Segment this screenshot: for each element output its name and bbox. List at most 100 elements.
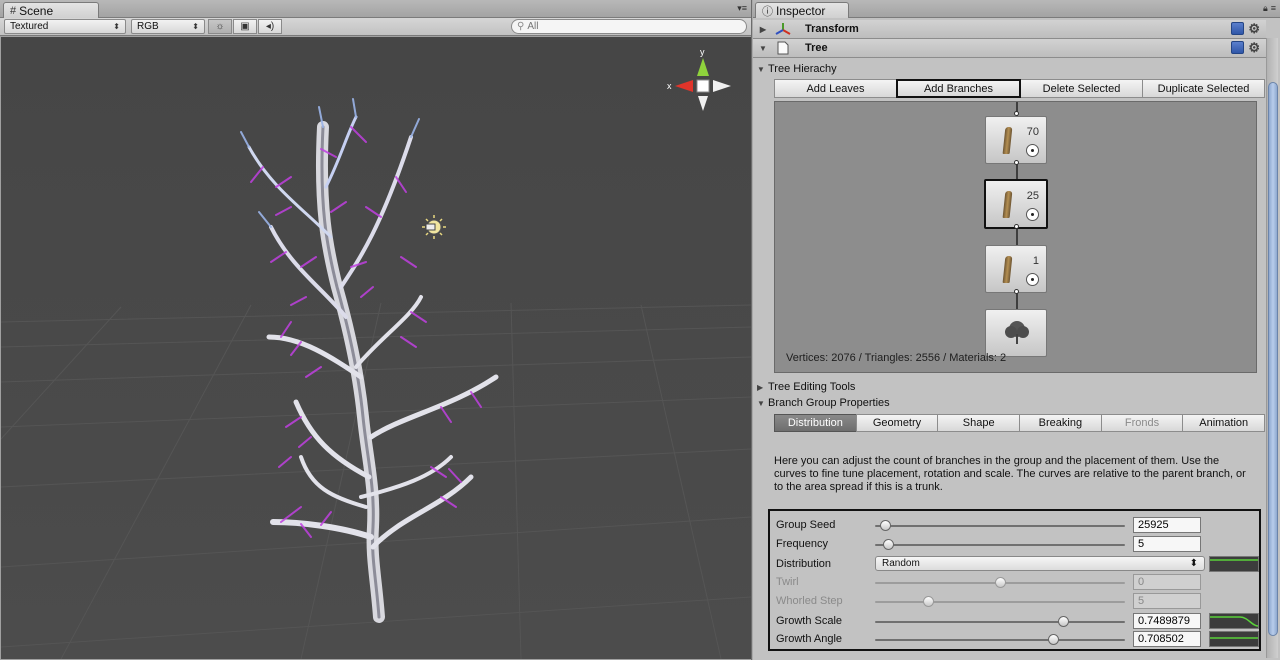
branch-node-3[interactable]: 1 (985, 245, 1047, 293)
slider-knob[interactable] (1057, 616, 1069, 627)
whorled-step-field (1133, 593, 1201, 609)
tree-editing-tools-title: Tree Editing Tools (768, 381, 856, 393)
scene-lighting-toggle[interactable]: ☼ (208, 19, 232, 34)
lock-icon[interactable]: 🔒︎ (1263, 3, 1268, 14)
delete-selected-button[interactable]: Delete Selected (1020, 79, 1143, 98)
branch-node-count: 25 (1026, 190, 1039, 202)
visibility-icon[interactable] (1026, 208, 1039, 221)
whorled-step-slider (875, 596, 1125, 607)
scene-window-controls[interactable]: ▾≡ (737, 3, 747, 14)
branch-group-foldout[interactable]: ▼ Branch Group Properties (757, 397, 890, 409)
scene-toolbar: Textured ⬍ RGB ⬍ ☼ ▣ ◂) ⚲ (0, 18, 751, 36)
inspector-tab-label: Inspector (776, 4, 826, 18)
gizmo-x-label: x (667, 81, 672, 91)
scene-tab-icon: # (10, 5, 17, 17)
distribution-row: Distribution Random ⬍ (776, 556, 1259, 573)
scene-tabbar: # Scene ▾≡ (0, 0, 751, 18)
hierarchy-connector-dot (1014, 224, 1019, 229)
scene-options-icon[interactable]: ▾≡ (737, 3, 747, 14)
fold-down-icon[interactable]: ▼ (757, 44, 769, 53)
twirl-field (1133, 574, 1201, 590)
tree-hierarchy-foldout[interactable]: ▼ Tree Hierachy (757, 63, 837, 75)
hierarchy-connector (1016, 164, 1018, 180)
hierarchy-connector-dot (1014, 160, 1019, 165)
slider-knob[interactable] (1047, 634, 1059, 645)
whorled-step-row: Whorled Step (776, 593, 1259, 610)
branch-icon (1002, 127, 1013, 154)
growth-scale-field[interactable] (1133, 613, 1201, 629)
help-book-icon[interactable] (1231, 41, 1245, 54)
frequency-slider[interactable] (875, 539, 1125, 550)
twirl-row: Twirl (776, 574, 1259, 591)
group-seed-label: Group Seed (776, 519, 836, 531)
scrollbar-thumb[interactable] (1268, 82, 1278, 636)
inspector-window-controls[interactable]: 🔒︎ ≡ (1263, 3, 1276, 14)
tree-root-node[interactable] (985, 309, 1047, 357)
help-book-icon[interactable] (1231, 22, 1245, 35)
frequency-field[interactable] (1133, 536, 1201, 552)
inspector-options-icon[interactable]: ≡ (1271, 3, 1276, 14)
tab-shape[interactable]: Shape (937, 414, 1021, 432)
script-document-icon (775, 41, 791, 55)
distribution-curve[interactable] (1209, 556, 1259, 572)
gear-icon[interactable]: ⚙ (1248, 41, 1260, 54)
scene-panel: # Scene ▾≡ Textured ⬍ RGB ⬍ ☼ ▣ ◂) ⚲ All… (0, 0, 752, 660)
scene-overlay-toggle[interactable]: ▣ (233, 19, 257, 34)
slider-knob (995, 577, 1006, 588)
chevron-updown-icon: ⬍ (113, 22, 120, 31)
visibility-icon[interactable] (1026, 144, 1039, 157)
fold-right-icon[interactable]: ▶ (757, 25, 769, 34)
tree-hierarchy-view[interactable]: 70 25 1 Vertices: 2076 / Triangles: 2556… (774, 101, 1257, 373)
slider-knob[interactable] (882, 539, 894, 550)
fold-down-icon: ▼ (757, 64, 765, 74)
tab-breaking[interactable]: Breaking (1019, 414, 1102, 432)
branch-node-1[interactable]: 70 (985, 116, 1047, 164)
scene-tab[interactable]: # Scene (3, 2, 99, 18)
inspector-scrollbar[interactable] (1266, 38, 1278, 658)
growth-angle-curve[interactable] (1209, 631, 1259, 647)
twirl-label: Twirl (776, 576, 799, 588)
color-mode-dropdown[interactable]: RGB ⬍ (131, 19, 205, 34)
growth-scale-slider[interactable] (875, 616, 1125, 627)
distribution-label: Distribution (776, 558, 832, 570)
growth-angle-field[interactable] (1133, 631, 1201, 647)
render-mode-dropdown[interactable]: Textured ⬍ (4, 19, 126, 34)
color-mode-value: RGB (137, 21, 159, 32)
image-icon: ▣ (240, 21, 250, 32)
group-seed-field[interactable] (1133, 517, 1201, 533)
add-branches-button[interactable]: Add Branches (896, 79, 1021, 98)
branch-icon (1002, 191, 1013, 218)
branch-node-2[interactable]: 25 (984, 179, 1048, 229)
fold-down-icon: ▼ (757, 398, 765, 408)
transform-component-header[interactable]: ▶ Transform ⚙ (753, 20, 1266, 39)
hierarchy-connector (1016, 229, 1018, 245)
tree-component-header[interactable]: ▼ Tree ⚙ (753, 39, 1266, 58)
scene-audio-toggle[interactable]: ◂) (258, 19, 282, 34)
group-seed-slider[interactable] (875, 520, 1125, 531)
growth-angle-slider[interactable] (875, 634, 1125, 645)
slider-knob (922, 596, 934, 607)
add-leaves-button[interactable]: Add Leaves (774, 79, 897, 98)
slider-knob[interactable] (880, 520, 891, 531)
tab-animation[interactable]: Animation (1182, 414, 1266, 432)
branch-node-count: 1 (1032, 255, 1039, 267)
branch-group-tabs: Distribution Geometry Shape Breaking Fro… (774, 414, 1266, 432)
audio-icon: ◂) (265, 21, 275, 32)
visibility-icon[interactable] (1026, 273, 1039, 286)
tree-hierarchy-buttons: Add Leaves Add Branches Delete Selected … (774, 79, 1265, 98)
growth-scale-curve[interactable] (1209, 613, 1259, 629)
tab-distribution[interactable]: Distribution (774, 414, 857, 432)
mesh-stats: Vertices: 2076 / Triangles: 2556 / Mater… (786, 352, 1007, 364)
transform-component-title: Transform (805, 23, 859, 35)
hierarchy-connector-dot (1014, 289, 1019, 294)
scene-search-input[interactable] (527, 21, 728, 32)
tree-editing-tools-foldout[interactable]: ▶ Tree Editing Tools (757, 381, 855, 393)
duplicate-selected-button[interactable]: Duplicate Selected (1142, 79, 1265, 98)
frequency-row: Frequency (776, 536, 1259, 553)
gear-icon[interactable]: ⚙ (1248, 22, 1260, 35)
distribution-dropdown[interactable]: Random ⬍ (875, 556, 1205, 571)
scene-viewport[interactable]: y x (1, 37, 751, 659)
inspector-tab[interactable]: ⓘ Inspector (755, 2, 849, 18)
tree-hierarchy-title: Tree Hierachy (768, 63, 837, 75)
tab-geometry[interactable]: Geometry (855, 414, 939, 432)
